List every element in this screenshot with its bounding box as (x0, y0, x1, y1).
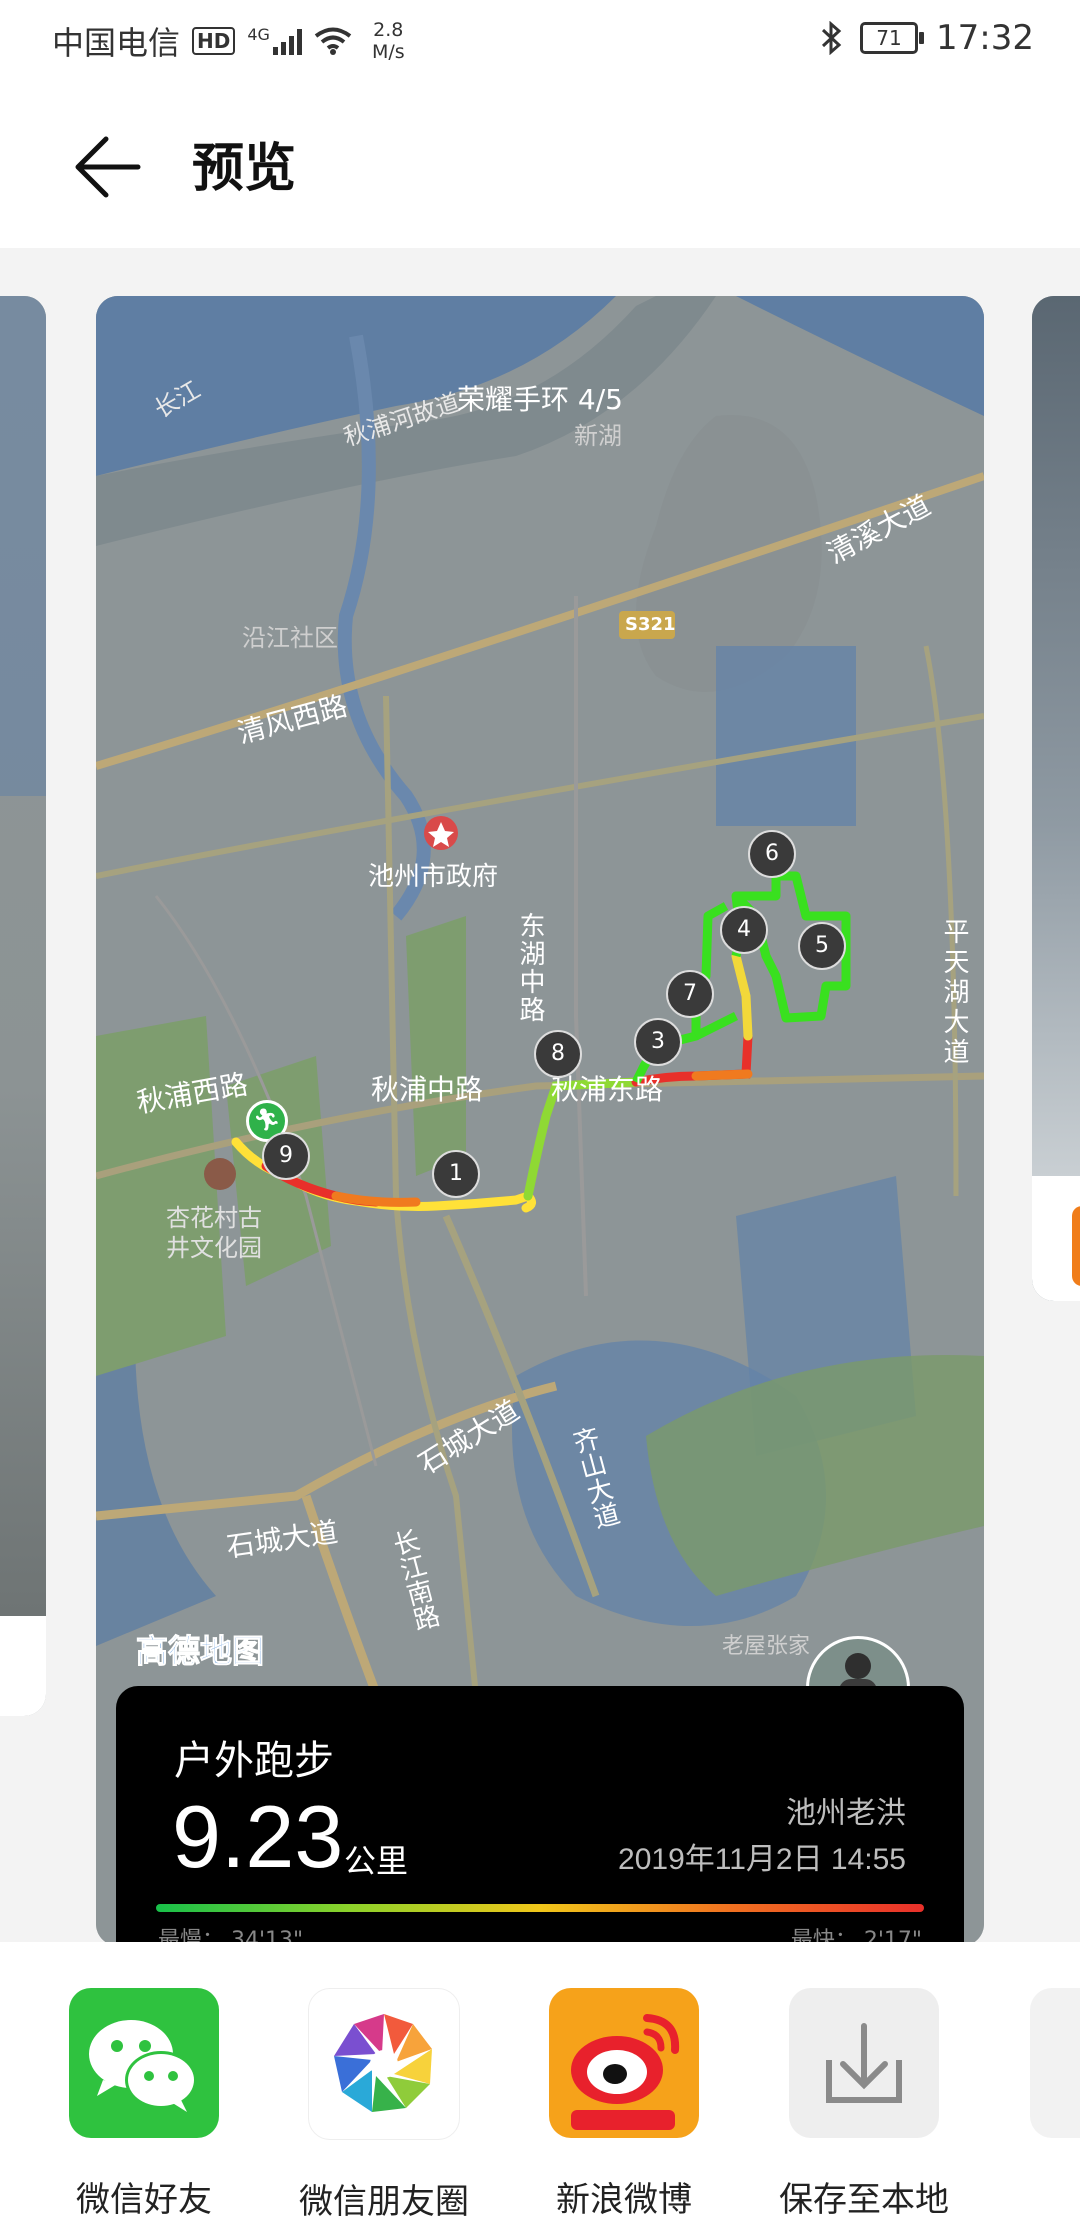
share-wechat-button[interactable]: 微信好友 (44, 1988, 244, 2221)
user-name: 池州老洪 (786, 1796, 906, 1831)
map-provider-logo: 高德地图 (135, 1632, 265, 1671)
wifi-icon (314, 27, 352, 55)
km-marker: 5 (798, 922, 846, 970)
share-preview-card: 长江 秋浦河故道 新湖 清溪大道 沿江社区 S321 清风西路 池州市政府 东湖… (96, 296, 984, 1946)
map-label: 新湖 (574, 422, 622, 450)
moments-icon (308, 1988, 460, 2140)
km-marker: 9 (262, 1132, 310, 1180)
workout-datetime: 2019年11月2日 14:55 (618, 1843, 906, 1876)
distance-value: 9.23 (172, 1787, 344, 1886)
map-label: 秋浦中路 (371, 1073, 484, 1106)
weibo-icon (549, 1988, 699, 2138)
map-label: 池州市政府 (368, 862, 499, 892)
page-title: 预览 (192, 139, 297, 199)
sport-type: 户外跑步 (174, 1738, 334, 1784)
bluetooth-icon (821, 21, 842, 55)
share-bar: 微信好友 微信朋友圈 新浪微博 保存至本地 (0, 1942, 1080, 2240)
road-badge: S321 (625, 614, 676, 635)
next-card-preview[interactable] (1032, 296, 1080, 1301)
battery-icon: 71 (860, 22, 925, 54)
back-arrow-icon[interactable] (70, 132, 150, 202)
previous-card-preview[interactable] (0, 296, 46, 1716)
map-label: 东湖中路 (515, 912, 545, 1024)
km-marker: 8 (534, 1030, 582, 1078)
km-marker: 1 (432, 1150, 480, 1198)
hd-icon: HD (192, 27, 236, 55)
share-label: 新浪微博 (556, 2180, 692, 2220)
network-type: 4G (247, 25, 270, 44)
share-label: 保存至本地 (779, 2180, 949, 2220)
download-icon (789, 1988, 939, 2138)
share-label: 微信好友 (76, 2180, 212, 2220)
card-header: 荣耀手环 4/5 (457, 383, 623, 416)
app-bar: 预览 (0, 84, 1080, 248)
workout-summary-panel: 户外跑步 9.23 公里 池州老洪 2019年11月2日 14:55 最慢： 3… (116, 1686, 964, 1946)
km-marker: 7 (666, 970, 714, 1018)
wechat-icon (69, 1988, 219, 2138)
network-speed: 2.8 M/s (371, 19, 405, 63)
clock: 17:32 (936, 18, 1034, 58)
share-label: 微信朋友圈 (299, 2182, 469, 2222)
signal-icon: 4G (247, 27, 302, 55)
pace-gradient-bar (156, 1904, 924, 1912)
save-to-local-button[interactable]: 保存至本地 (764, 1988, 964, 2221)
map-label: 沿江社区 (242, 624, 338, 652)
carrier-name: 中国电信 (52, 24, 181, 62)
more-share-option[interactable] (1030, 1988, 1080, 2138)
distance-unit: 公里 (344, 1842, 409, 1880)
status-bar: 中国电信 HD 4G 2.8 M/s 71 17:32 (0, 0, 1080, 84)
share-weibo-button[interactable]: 新浪微博 (524, 1988, 724, 2221)
km-marker: 6 (748, 830, 796, 878)
share-moments-button[interactable]: 微信朋友圈 (284, 1988, 484, 2223)
map-label: 井文化园 (166, 1234, 262, 1262)
km-marker: 3 (634, 1018, 682, 1066)
map-label: 平天湖大道 (939, 918, 969, 1068)
km-marker: 4 (720, 906, 768, 954)
map-label: 老屋张家 (722, 1634, 811, 1659)
